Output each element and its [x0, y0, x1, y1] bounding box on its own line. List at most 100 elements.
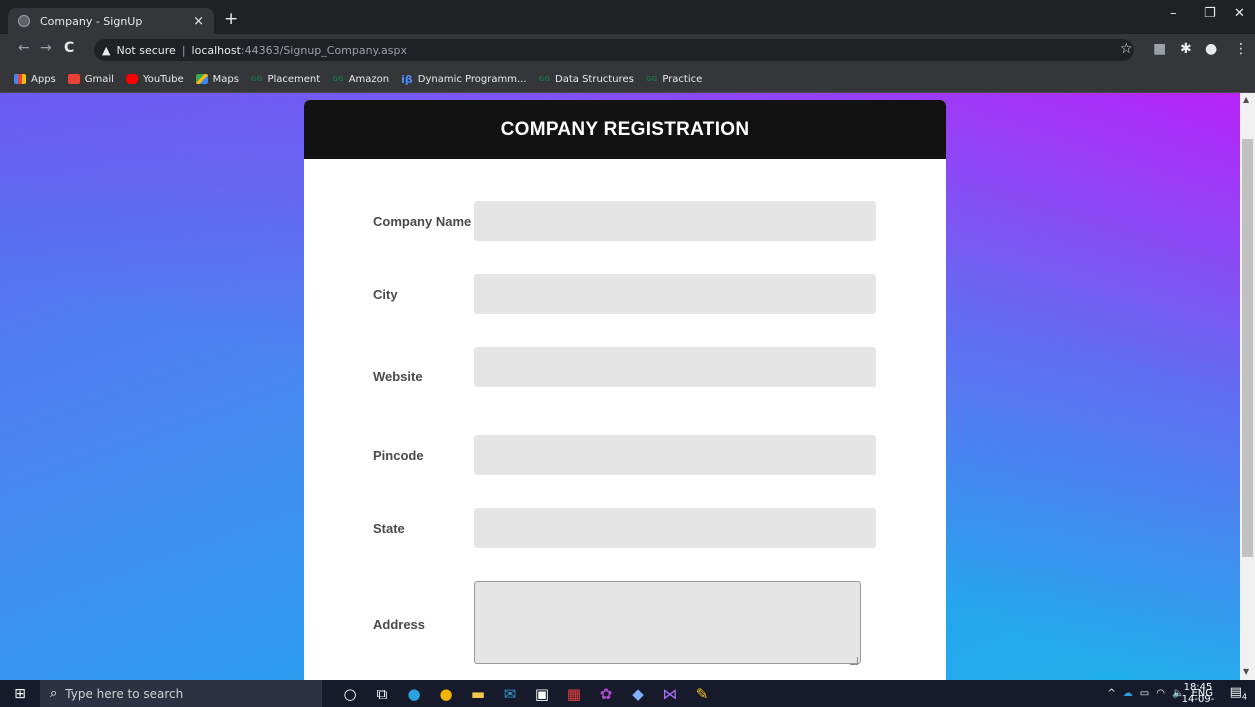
city-label: City: [373, 286, 398, 302]
gift-icon[interactable]: ▦: [558, 680, 590, 707]
clock-date: 14-09-2020: [1181, 694, 1215, 707]
reload-icon[interactable]: C: [64, 40, 74, 56]
onedrive-icon[interactable]: ☁: [1123, 688, 1133, 699]
bookmark-maps[interactable]: Maps: [195, 73, 239, 85]
puzzle-extensions-icon[interactable]: ✱: [1180, 41, 1192, 57]
page-title: COMPANY REGISTRATION: [500, 118, 750, 140]
browser-tab[interactable]: Company - SignUp ×: [8, 8, 214, 34]
address-bar[interactable]: ▲ Not secure | localhost :44363/Signup_C…: [94, 39, 1134, 61]
youtube-icon: [125, 74, 138, 84]
gfg-icon: GG: [538, 75, 551, 83]
resize-grip-icon[interactable]: [850, 657, 858, 665]
website-input[interactable]: [474, 347, 876, 387]
bookmark-data-structures[interactable]: GG Data Structures: [539, 74, 634, 85]
back-icon[interactable]: ←: [18, 40, 30, 56]
battery-icon[interactable]: ▭: [1140, 688, 1149, 699]
bookmark-practice[interactable]: GG Practice: [646, 74, 702, 85]
state-row: State: [373, 508, 876, 548]
page-viewport: COMPANY REGISTRATION Company Name City W…: [0, 93, 1240, 680]
state-input[interactable]: [474, 508, 876, 548]
chrome-icon[interactable]: ●: [430, 680, 462, 707]
bookmark-gmail[interactable]: Gmail: [67, 73, 114, 85]
scrollbar-thumb[interactable]: [1242, 139, 1253, 557]
bookmark-star-icon[interactable]: ☆: [1120, 41, 1133, 57]
registration-card: COMPANY REGISTRATION Company Name City W…: [304, 100, 946, 680]
visual-studio-icon[interactable]: ⋈: [654, 680, 686, 707]
notifications-icon: ▤: [1229, 685, 1242, 700]
file-explorer-icon[interactable]: ▬: [462, 680, 494, 707]
teams-icon[interactable]: ✿: [590, 680, 622, 707]
bookmark-apps[interactable]: Apps: [14, 74, 56, 85]
bookmark-label: Apps: [31, 73, 56, 85]
new-tab-button[interactable]: +: [224, 9, 238, 29]
store-icon[interactable]: ▣: [526, 680, 558, 707]
maps-icon: [195, 74, 208, 84]
pincode-row: Pincode: [373, 435, 876, 475]
cortana-icon[interactable]: ○: [334, 680, 366, 707]
taskbar-apps: ○ ⧉ ● ● ▬ ✉ ▣ ▦ ✿ ◆ ⋈ ✎: [334, 680, 718, 707]
url-path: :44363/Signup_Company.aspx: [240, 43, 407, 57]
browser-menu-icon[interactable]: ⋮: [1234, 41, 1248, 57]
bookmark-label: Placement: [267, 73, 321, 85]
minimize-icon[interactable]: –: [1170, 6, 1177, 21]
address-textarea[interactable]: [474, 581, 861, 664]
company-name-label: Company Name: [373, 213, 472, 229]
apps-icon: [14, 74, 26, 84]
restore-icon[interactable]: ❐: [1204, 6, 1216, 21]
paint-icon[interactable]: ✎: [686, 680, 718, 707]
url-host: localhost: [191, 43, 241, 57]
bookmark-amazon[interactable]: GG Amazon: [332, 74, 389, 85]
bookmark-label: YouTube: [142, 73, 184, 85]
gfg-icon: GG: [332, 75, 344, 83]
task-view-icon[interactable]: ⧉: [366, 680, 398, 707]
close-window-icon[interactable]: ✕: [1234, 6, 1245, 21]
ib-icon: iβ: [401, 72, 413, 86]
gfg-icon: GG: [250, 75, 263, 83]
city-input[interactable]: [474, 274, 876, 314]
scroll-down-icon[interactable]: ▼: [1243, 667, 1249, 676]
address-label: Address: [373, 617, 426, 632]
edge-icon[interactable]: ●: [398, 680, 430, 707]
bookmark-label: Gmail: [84, 73, 114, 85]
tab-favicon-icon: [18, 15, 30, 27]
browser-tabstrip: Company - SignUp × + – ❐ ✕: [0, 0, 1255, 34]
website-row: Website: [373, 347, 876, 387]
notifications-count: 4: [1241, 692, 1247, 702]
pincode-input[interactable]: [474, 435, 876, 475]
bookmark-label: Maps: [212, 73, 239, 85]
pincode-label: Pincode: [373, 447, 424, 463]
notes-icon[interactable]: ◆: [622, 680, 654, 707]
taskbar-clock[interactable]: 18:45 14-09-2020: [1169, 682, 1227, 707]
action-center[interactable]: ▤4: [1230, 685, 1247, 702]
company-name-input[interactable]: [474, 201, 876, 241]
city-row: City: [373, 274, 876, 314]
bookmark-placement[interactable]: GG Placement: [251, 74, 320, 85]
company-name-row: Company Name: [373, 201, 876, 241]
windows-taskbar: ⊞ ⌕ Type here to search ○ ⧉ ● ● ▬ ✉ ▣ ▦ ✿ ◆ ⋈ ✎ ^ ☁…: [0, 680, 1255, 707]
gmail-icon: [67, 74, 80, 84]
bookmark-label: Amazon: [348, 73, 390, 85]
bookmark-label: Practice: [662, 73, 703, 85]
start-button[interactable]: ⊞: [0, 680, 40, 707]
page-scrollbar[interactable]: ▲ ▼: [1240, 93, 1255, 680]
address-row: Address: [373, 581, 861, 668]
windows-logo-icon: ⊞: [14, 685, 26, 702]
wifi-icon[interactable]: ◠: [1156, 688, 1165, 699]
website-label: Website: [373, 368, 423, 384]
tab-close-icon[interactable]: ×: [193, 14, 204, 29]
address-textarea-wrap: [474, 581, 861, 668]
extension-icon[interactable]: ■: [1153, 41, 1166, 57]
bookmark-dynamic-programming[interactable]: iβ Dynamic Programm...: [401, 73, 526, 86]
forward-icon[interactable]: →: [40, 40, 52, 56]
not-secure-label: Not secure: [116, 43, 176, 57]
taskbar-search[interactable]: ⌕ Type here to search: [40, 680, 322, 707]
card-header: COMPANY REGISTRATION: [304, 100, 946, 159]
bookmarks-bar: Apps Gmail YouTube Maps GG Placement GG Am…: [0, 66, 1255, 93]
mail-icon[interactable]: ✉: [494, 680, 526, 707]
profile-icon[interactable]: ●: [1205, 41, 1217, 57]
not-secure-warning-icon[interactable]: ▲: [102, 44, 110, 57]
scroll-up-icon[interactable]: ▲: [1243, 95, 1249, 104]
bookmark-youtube[interactable]: YouTube: [125, 73, 184, 85]
tray-chevron-icon[interactable]: ^: [1107, 688, 1115, 699]
bookmark-label: Data Structures: [555, 73, 634, 85]
